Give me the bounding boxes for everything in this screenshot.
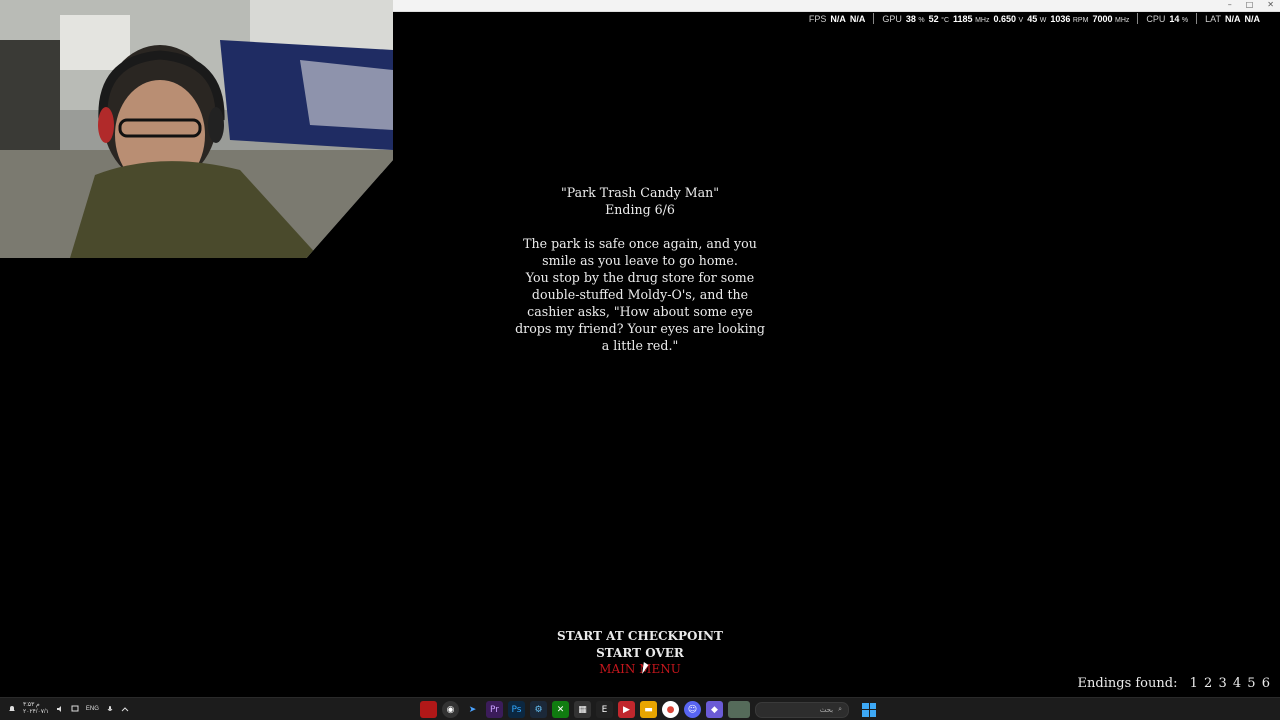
gpu-power: 45 (1027, 13, 1038, 24)
gpu-usage-unit: % (918, 16, 925, 24)
minimize-button[interactable]: – (1228, 0, 1232, 10)
performance-overlay: FPS N/A N/A GPU 38 % 52 °C 1185 MHz 0.65… (801, 13, 1268, 24)
cpu-usage: 14 (1169, 13, 1180, 24)
ending-number-badge: 3 (1218, 676, 1227, 691)
gpu-usage: 38 (905, 13, 916, 24)
fps-value-2: N/A (849, 13, 866, 24)
calculator-icon[interactable]: ▦ (574, 701, 591, 718)
gpu-fan-unit: RPM (1072, 16, 1089, 24)
ending-text-block: "Park Trash Candy Man" Ending 6/6 The pa… (500, 184, 780, 354)
chevron-up-icon[interactable] (121, 705, 129, 713)
webcam-overlay (0, 0, 393, 258)
endings-found-label: Endings found: (1077, 676, 1178, 691)
window-controls: – □ ✕ (1228, 0, 1274, 10)
start-over-button[interactable]: START OVER (540, 645, 740, 662)
ending-line: drops my friend? Your eyes are looking (515, 321, 765, 336)
fps-stat: FPS N/A N/A (801, 14, 874, 24)
windows-taskbar: م ۴:۵۳ ۲۰۲۴/۰۷/۱ ENG ◉ ➤ Pr Ps ⚙ ✕ ▦ E ▶… (0, 697, 1280, 720)
search-icon: ⌕ (838, 705, 842, 713)
ending-number-badge: 4 (1232, 676, 1242, 691)
gpu-label: GPU (882, 13, 902, 24)
steam-icon[interactable]: ⚙ (530, 701, 547, 718)
taskbar-apps: ◉ ➤ Pr Ps ⚙ ✕ ▦ E ▶ ▬ ● ☺ ◆ بحث ⌕ (420, 701, 876, 718)
ending-number: Ending 6/6 (605, 202, 675, 217)
ending-title: "Park Trash Candy Man" (560, 185, 720, 200)
obs-icon[interactable]: ◉ (442, 701, 459, 718)
ending-number-badge: 6 (1261, 676, 1270, 691)
gpu-clock-unit: MHz (975, 16, 990, 24)
start-at-checkpoint-button[interactable]: START AT CHECKPOINT (540, 628, 740, 645)
clock-date: ۲۰۲۴/۰۷/۱ (23, 709, 49, 715)
game-thumbnail-icon[interactable] (728, 701, 750, 718)
chrome-icon[interactable]: ● (662, 701, 679, 718)
ending-description: The park is safe once again, and you smi… (500, 235, 780, 354)
cpu-usage-unit: % (1181, 16, 1189, 24)
window-title-strip: – □ ✕ (393, 0, 1280, 12)
ending-line: cashier asks, "How about some eye (527, 304, 753, 319)
gpu-temp-unit: °C (941, 16, 950, 24)
microphone-icon[interactable] (106, 705, 114, 713)
photoshop-icon[interactable]: Ps (508, 701, 525, 718)
media-app-icon[interactable]: ▶ (618, 701, 635, 718)
gpu-clock: 1185 (953, 13, 973, 24)
windows-start-icon[interactable] (862, 702, 876, 717)
ending-menu: START AT CHECKPOINT START OVER MAIN MENU (540, 628, 740, 678)
ending-line: You stop by the drug store for some (525, 270, 755, 285)
latency-value-2: N/A (1244, 13, 1261, 24)
ending-line: The park is safe once again, and you (523, 236, 757, 251)
cpu-stat: CPU 14 % (1138, 14, 1196, 24)
taskbar-search-box[interactable]: بحث ⌕ (755, 701, 849, 718)
gpu-voltage-unit: V (1018, 16, 1024, 24)
gpu-voltage: 0.650 (993, 13, 1016, 24)
xbox-icon[interactable]: ✕ (552, 701, 569, 718)
latency-label: LAT (1205, 13, 1221, 24)
endings-found-list: 1 2 3 4 5 6 (1188, 676, 1270, 691)
gpu-fan: 1036 (1050, 13, 1071, 24)
latency-value: N/A (1225, 13, 1241, 24)
epic-games-icon[interactable]: E (596, 701, 613, 718)
gpu-mem-clock: 7000 (1092, 13, 1113, 24)
gpu-stat: GPU 38 % 52 °C 1185 MHz 0.650 V 45 W 103… (874, 14, 1137, 24)
main-menu-button[interactable]: MAIN MENU (540, 661, 740, 678)
latency-stat: LAT N/A N/A (1197, 14, 1268, 24)
gpu-temp: 52 (928, 13, 939, 24)
discord-icon[interactable]: ☺ (684, 701, 701, 718)
cpu-label: CPU (1146, 13, 1166, 24)
notification-icon[interactable] (8, 705, 16, 713)
telegram-icon[interactable]: ➤ (464, 701, 481, 718)
close-button[interactable]: ✕ (1267, 0, 1274, 10)
search-placeholder: بحث (819, 705, 834, 714)
clock[interactable]: م ۴:۵۳ ۲۰۲۴/۰۷/۱ (23, 702, 49, 716)
game-app-icon[interactable] (420, 701, 437, 718)
game-screen: – □ ✕ FPS N/A N/A GPU 38 % 52 °C 1185 MH… (0, 0, 1280, 720)
endings-found-counter: Endings found: 1 2 3 4 5 6 (1078, 676, 1270, 691)
ending-line: smile as you leave to go home. (542, 253, 738, 268)
language-indicator[interactable]: ENG (86, 706, 99, 712)
ending-number-badge: 1 (1189, 676, 1198, 691)
ending-number-badge: 5 (1247, 676, 1256, 691)
webcam-feed-image (0, 0, 393, 258)
ending-line: double-stuffed Moldy-O's, and the (531, 287, 749, 302)
ending-line: a little red." (601, 338, 679, 353)
app-icon[interactable]: ◆ (706, 701, 723, 718)
fps-value: N/A (830, 13, 846, 24)
clock-time: م ۴:۵۳ (23, 702, 40, 708)
fps-label: FPS (808, 13, 827, 24)
premiere-icon[interactable]: Pr (486, 701, 503, 718)
maximize-button[interactable]: □ (1246, 0, 1254, 10)
gpu-power-unit: W (1039, 16, 1047, 24)
gpu-mem-unit: MHz (1114, 16, 1130, 24)
ending-number-badge: 2 (1204, 676, 1213, 691)
volume-icon[interactable] (56, 705, 64, 713)
system-tray: م ۴:۵۳ ۲۰۲۴/۰۷/۱ ENG (8, 702, 129, 716)
network-icon[interactable] (71, 705, 79, 713)
file-explorer-icon[interactable]: ▬ (640, 701, 657, 718)
